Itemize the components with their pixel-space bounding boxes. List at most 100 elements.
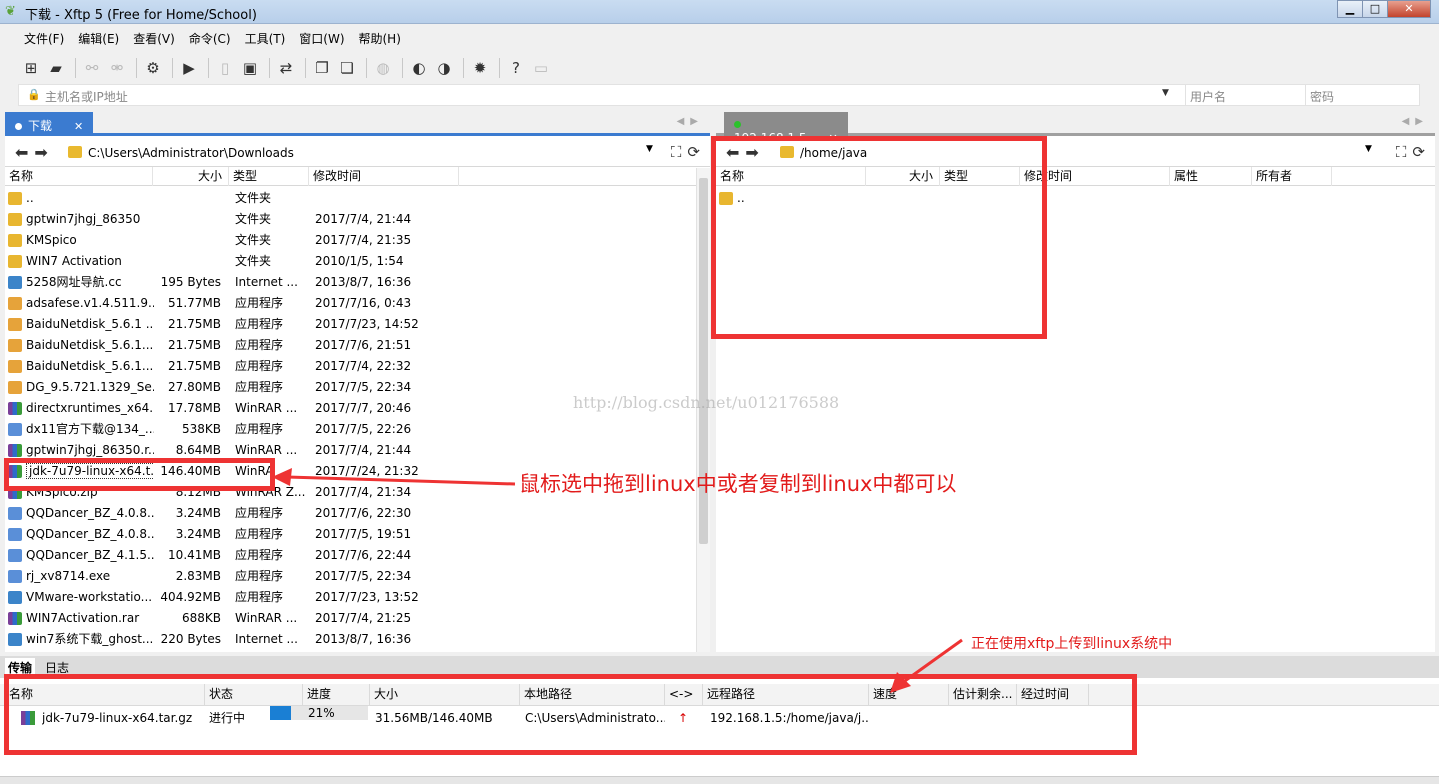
table-row[interactable]: adsafese.v1.4.511.9... 51.77MB 应用程序 2017/7/… (5, 293, 710, 314)
table-row[interactable]: gptwin7jhgj_86350 文件夹 2017/7/4, 21:44 (5, 209, 710, 230)
file-type: WinRAR ... (235, 611, 298, 625)
file-type: 应用程序 (235, 548, 284, 562)
password-input[interactable]: 密码 (1305, 85, 1421, 105)
table-row[interactable]: dx11官方下载@134_... 538KB 应用程序 2017/7/5, 22:26 (5, 419, 710, 440)
table-row[interactable]: rj_xv8714.exe 2.83MB 应用程序 2017/7/5, 22:34 (5, 566, 710, 587)
tab-remote-session[interactable]: 192.168.1.5 ✕ (724, 112, 848, 145)
paste-icon[interactable]: ❏ (336, 57, 358, 79)
table-row[interactable]: QQDancer_BZ_4.1.5.... 10.41MB 应用程序 2017/7/6… (5, 545, 710, 566)
toolbar-separator (208, 58, 209, 78)
file-name: 5258网址导航.cc (26, 275, 122, 289)
file-type: 应用程序 (235, 590, 284, 604)
file-size: 404.92MB (160, 590, 221, 604)
refresh-icon[interactable]: ⛶⟳ (1396, 143, 1431, 161)
menu-edit[interactable]: 编辑(E) (78, 28, 119, 50)
properties-icon[interactable]: ⚙ (142, 57, 164, 79)
tab-label: 下载 (28, 119, 53, 133)
local-path-input[interactable]: C:\Users\Administrator\Downloads (88, 146, 294, 160)
file-modified: 2017/7/24, 21:32 (315, 464, 419, 478)
host-input[interactable]: 主机名或IP地址 (45, 88, 128, 105)
path-dropdown-icon[interactable]: ▼ (646, 144, 653, 154)
file-type: 文件夹 (235, 233, 272, 247)
file-size: 3.24MB (175, 527, 221, 541)
table-row[interactable]: VMware-workstatio... 404.92MB 应用程序 2017/7/2… (5, 587, 710, 608)
tab-scroll-arrows-icon[interactable]: ◀▶ (1402, 116, 1429, 127)
gear-file-icon (8, 507, 22, 520)
new-session-icon[interactable]: ⊞ (20, 57, 42, 79)
table-row[interactable]: BaiduNetdisk_5.6.1.... 21.75MB 应用程序 2017/7/… (5, 356, 710, 377)
web-file-icon (8, 276, 22, 289)
folder-icon (68, 146, 82, 158)
col-modified[interactable]: 修改时间 (309, 167, 459, 186)
file-type: WinRAR ... (235, 401, 298, 415)
chat-icon[interactable]: ▭ (530, 57, 552, 79)
gear-icon[interactable]: ✹ (469, 57, 491, 79)
menu-command[interactable]: 命令(C) (189, 28, 231, 50)
col-type[interactable]: 类型 (229, 167, 309, 186)
col-size[interactable]: 大小 (153, 167, 229, 186)
close-button[interactable]: ✕ (1387, 0, 1431, 18)
path-dropdown-icon[interactable]: ▼ (1365, 144, 1372, 154)
col-name[interactable]: 名称 (5, 167, 153, 186)
host-dropdown-icon[interactable]: ▼ (1162, 88, 1169, 98)
app-file-icon (8, 318, 22, 331)
menu-view[interactable]: 查看(V) (133, 28, 175, 50)
tab-scroll-arrows-icon[interactable]: ◀▶ (677, 116, 704, 127)
file-type: 应用程序 (235, 359, 284, 373)
file-type: 应用程序 (235, 317, 284, 331)
app-file-icon (8, 339, 22, 352)
open-folder-icon[interactable]: ▰ (45, 57, 67, 79)
back-forward-icon[interactable]: ⬅➡ (15, 143, 54, 162)
file-modified (315, 188, 455, 209)
table-row[interactable]: win7系统下载_ghost... 220 Bytes Internet ... 20… (5, 629, 710, 650)
file-type: 文件夹 (235, 254, 272, 268)
xshell-icon[interactable]: ◐ (408, 57, 430, 79)
refresh-icon[interactable]: ⛶⟳ (671, 143, 706, 161)
file-modified: 2013/8/7, 16:36 (315, 632, 412, 646)
table-row[interactable]: .. 文件夹 (5, 188, 710, 209)
file-name: BaiduNetdisk_5.6.1.... (26, 338, 154, 352)
table-row[interactable]: QQDancer_BZ_4.0.8.... 3.24MB 应用程序 2017/7/5,… (5, 524, 710, 545)
minimize-button[interactable]: ▁ (1337, 0, 1363, 18)
tab-local-downloads[interactable]: 下载 ✕ (5, 112, 94, 136)
file-name: rj_xv8714.exe (26, 569, 111, 583)
maximize-button[interactable]: □ (1362, 0, 1388, 18)
file-modified: 2017/7/6, 21:51 (315, 338, 412, 352)
table-row[interactable]: KMSpico 文件夹 2017/7/4, 21:35 (5, 230, 710, 251)
app-file-icon (8, 360, 22, 373)
file-type: 应用程序 (235, 506, 284, 520)
file-name: dx11官方下载@134_... (26, 422, 154, 436)
connect-icon[interactable]: ⚯ (81, 57, 103, 79)
bookmark-file-icon[interactable]: ▣ (239, 57, 261, 79)
username-input[interactable]: 用户名 (1185, 85, 1315, 105)
gear-file-icon (8, 528, 22, 541)
xftp-icon[interactable]: ◑ (433, 57, 455, 79)
file-size (157, 209, 221, 230)
toolbar-separator (463, 58, 464, 78)
menu-file[interactable]: 文件(F) (24, 28, 64, 50)
globe-icon[interactable]: ◍ (372, 57, 394, 79)
copy-icon[interactable]: ❐ (311, 57, 333, 79)
help-icon[interactable]: ? (505, 57, 527, 79)
table-row[interactable]: 5258网址导航.cc 195 Bytes Internet ... 2013/8/7… (5, 272, 710, 293)
menu-tools[interactable]: 工具(T) (245, 28, 286, 50)
table-row[interactable]: WIN7 Activation 文件夹 2010/1/5, 1:54 (5, 251, 710, 272)
col-owner[interactable]: 所有者 (1252, 167, 1332, 186)
col-attributes[interactable]: 属性 (1170, 167, 1252, 186)
tab-close-icon[interactable]: ✕ (74, 120, 83, 133)
table-row[interactable]: WIN7Activation.rar 688KB WinRAR ... 2017/7/… (5, 608, 710, 629)
table-row[interactable]: BaiduNetdisk_5.6.1 ... 21.75MB 应用程序 2017/7/… (5, 314, 710, 335)
transfer-icon[interactable]: ⇄ (275, 57, 297, 79)
play-menu-icon[interactable]: ▶ (178, 57, 200, 79)
connected-dot (734, 121, 741, 128)
file-type: 应用程序 (235, 296, 284, 310)
table-row[interactable]: QQDancer_BZ_4.0.8.... 3.24MB 应用程序 2017/7/6,… (5, 503, 710, 524)
table-row[interactable]: BaiduNetdisk_5.6.1.... 21.75MB 应用程序 2017/7/… (5, 335, 710, 356)
menu-help[interactable]: 帮助(H) (359, 28, 401, 50)
file-type: 应用程序 (235, 569, 284, 583)
disconnect-icon[interactable]: ⚮ (106, 57, 128, 79)
toolbar-separator (366, 58, 367, 78)
menu-window[interactable]: 窗口(W) (299, 28, 344, 50)
new-file-icon[interactable]: ▯ (214, 57, 236, 79)
file-modified: 2017/7/16, 0:43 (315, 296, 412, 310)
